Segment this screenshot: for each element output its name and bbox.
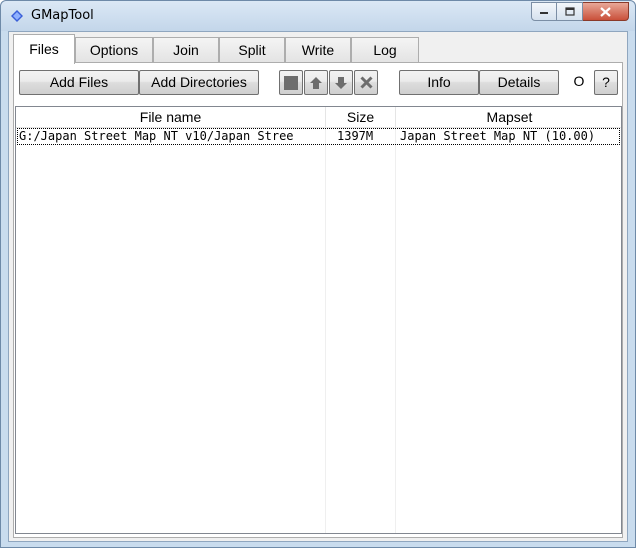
file-list[interactable]: File name Size Mapset G:/Japan Street Ma… xyxy=(15,106,622,534)
column-header-size[interactable]: Size xyxy=(326,107,396,127)
window-controls xyxy=(531,2,629,22)
circle-button[interactable]: O xyxy=(567,70,591,95)
remove-x-icon xyxy=(359,76,373,89)
client-area: Files Options Join Split Write Log Add F… xyxy=(8,31,628,542)
maximize-button[interactable] xyxy=(557,2,583,21)
cell-file-name: G:/Japan Street Map NT v10/Japan Stree xyxy=(19,129,294,143)
close-icon xyxy=(600,6,611,17)
gmaptool-app-icon xyxy=(11,10,23,22)
column-divider xyxy=(395,127,396,533)
arrow-up-icon xyxy=(310,76,322,89)
move-down-button[interactable] xyxy=(329,70,353,95)
arrow-down-icon xyxy=(335,76,347,89)
minimize-icon xyxy=(540,11,548,14)
tab-join[interactable]: Join xyxy=(153,37,219,63)
tab-split[interactable]: Split xyxy=(219,37,285,63)
cell-mapset: Japan Street Map NT (10.00) xyxy=(400,129,596,143)
remove-button[interactable] xyxy=(354,70,378,95)
list-header: File name Size Mapset xyxy=(16,107,621,128)
column-header-mapset[interactable]: Mapset xyxy=(396,107,621,127)
tab-files[interactable]: Files xyxy=(13,34,75,64)
details-button[interactable]: Details xyxy=(479,70,559,95)
info-button[interactable]: Info xyxy=(399,70,479,95)
column-divider xyxy=(325,127,326,533)
app-window: GMapTool Files Options Join Split Write … xyxy=(0,0,636,548)
tab-write[interactable]: Write xyxy=(285,37,351,63)
cell-size: 1397M xyxy=(337,129,374,143)
add-files-button[interactable]: Add Files xyxy=(19,70,139,95)
stop-button[interactable] xyxy=(279,70,303,95)
window-title: GMapTool xyxy=(31,8,94,23)
column-header-file-name[interactable]: File name xyxy=(16,107,326,127)
title-bar[interactable]: GMapTool xyxy=(1,1,635,31)
stop-icon xyxy=(284,75,298,90)
help-button[interactable]: ? xyxy=(594,70,618,95)
move-up-button[interactable] xyxy=(304,70,328,95)
tab-options[interactable]: Options xyxy=(75,37,153,63)
close-button[interactable] xyxy=(583,2,629,21)
table-row[interactable]: G:/Japan Street Map NT v10/Japan Stree 1… xyxy=(17,128,620,145)
minimize-button[interactable] xyxy=(531,2,557,21)
maximize-icon xyxy=(564,7,575,16)
tab-log[interactable]: Log xyxy=(351,37,419,63)
add-directories-button[interactable]: Add Directories xyxy=(139,70,259,95)
